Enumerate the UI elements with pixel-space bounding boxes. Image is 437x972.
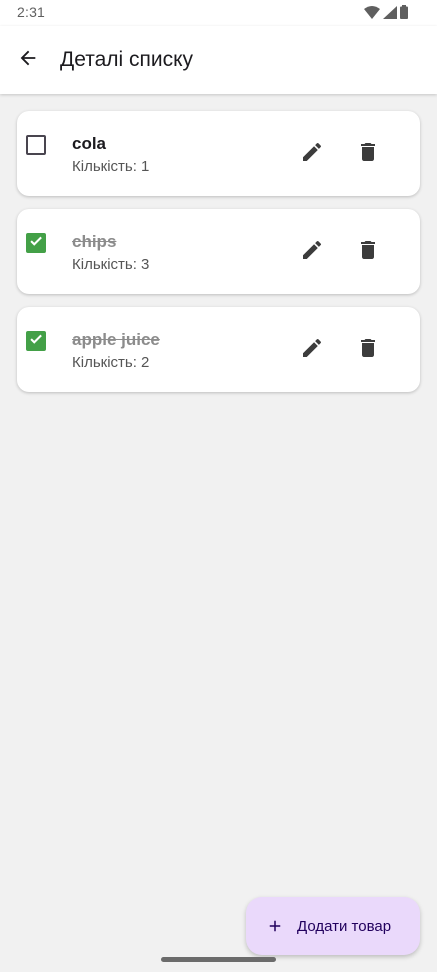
delete-button[interactable] <box>353 139 383 169</box>
page-title: Деталі списку <box>60 48 194 71</box>
wifi-icon <box>364 5 380 24</box>
list-item: chips Кількість: 3 <box>17 209 420 294</box>
app-bar: Деталі списку <box>0 26 437 94</box>
item-quantity: Кількість: 2 <box>72 354 150 371</box>
list-item: apple juice Кількість: 2 <box>17 307 420 392</box>
pencil-icon <box>300 336 324 365</box>
home-indicator[interactable] <box>161 957 276 962</box>
trash-icon <box>356 336 380 365</box>
item-name: cola <box>72 134 107 153</box>
arrow-back-icon <box>17 47 39 74</box>
pencil-icon <box>300 140 324 169</box>
status-icons <box>364 5 408 24</box>
add-item-button[interactable]: Додати товар <box>246 897 420 955</box>
check-icon <box>29 234 43 253</box>
trash-icon <box>356 140 380 169</box>
add-item-label: Додати товар <box>297 917 392 935</box>
list-item: cola Кількість: 1 <box>17 111 420 196</box>
item-quantity: Кількість: 1 <box>72 158 150 175</box>
edit-button[interactable] <box>297 237 327 267</box>
status-time: 2:31 <box>17 4 46 20</box>
item-checkbox[interactable] <box>26 331 46 351</box>
signal-icon <box>383 5 397 24</box>
edit-button[interactable] <box>297 335 327 365</box>
check-icon <box>29 332 43 351</box>
item-checkbox[interactable] <box>26 233 46 253</box>
item-name: chips <box>72 232 117 251</box>
battery-icon <box>400 5 408 24</box>
trash-icon <box>356 238 380 267</box>
edit-button[interactable] <box>297 139 327 169</box>
pencil-icon <box>300 238 324 267</box>
item-list: cola Кількість: 1 chips Кількість: 3 app… <box>17 111 420 405</box>
delete-button[interactable] <box>353 237 383 267</box>
item-checkbox[interactable] <box>26 135 46 155</box>
plus-icon <box>265 916 285 936</box>
back-button[interactable] <box>6 40 50 80</box>
status-bar: 2:31 <box>0 0 437 26</box>
delete-button[interactable] <box>353 335 383 365</box>
item-quantity: Кількість: 3 <box>72 256 150 273</box>
item-name: apple juice <box>72 330 160 349</box>
